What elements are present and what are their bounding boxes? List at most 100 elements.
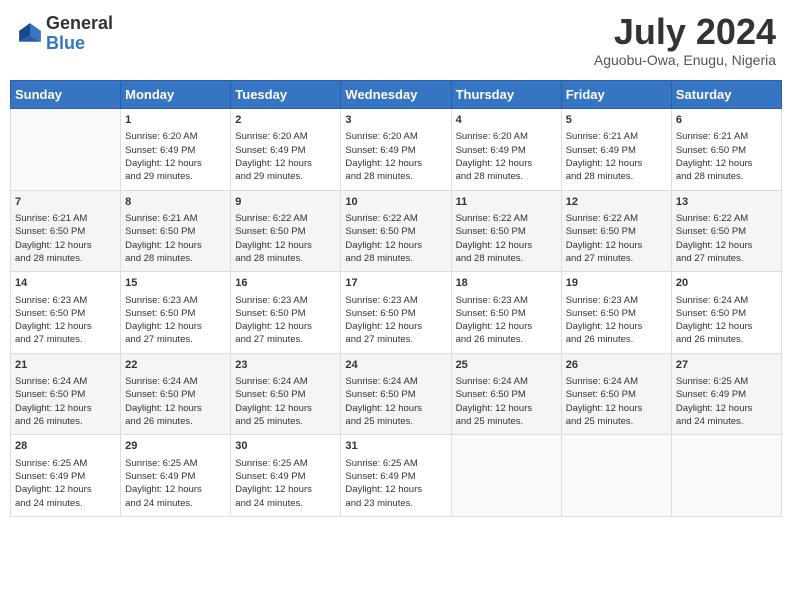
calendar-cell: 31Sunrise: 6:25 AMSunset: 6:49 PMDayligh… (341, 435, 451, 517)
day-info: Sunrise: 6:23 AM (125, 294, 226, 307)
day-number: 22 (125, 358, 226, 373)
day-info: and 28 minutes. (456, 252, 557, 265)
week-row-3: 14Sunrise: 6:23 AMSunset: 6:50 PMDayligh… (11, 272, 782, 354)
calendar-cell (561, 435, 671, 517)
day-info: Daylight: 12 hours (456, 157, 557, 170)
calendar-cell: 30Sunrise: 6:25 AMSunset: 6:49 PMDayligh… (231, 435, 341, 517)
day-info: Sunrise: 6:20 AM (456, 130, 557, 143)
calendar-cell: 10Sunrise: 6:22 AMSunset: 6:50 PMDayligh… (341, 190, 451, 272)
day-info: and 28 minutes. (676, 170, 777, 183)
day-number: 2 (235, 113, 336, 128)
day-info: Sunset: 6:50 PM (15, 388, 116, 401)
day-header-sunday: Sunday (11, 81, 121, 109)
day-number: 25 (456, 358, 557, 373)
calendar-cell: 26Sunrise: 6:24 AMSunset: 6:50 PMDayligh… (561, 353, 671, 435)
day-info: Sunrise: 6:25 AM (345, 457, 446, 470)
calendar-cell: 4Sunrise: 6:20 AMSunset: 6:49 PMDaylight… (451, 109, 561, 191)
day-info: Daylight: 12 hours (125, 402, 226, 415)
day-info: and 27 minutes. (15, 333, 116, 346)
day-info: Sunset: 6:50 PM (676, 144, 777, 157)
title-block: July 2024 Aguobu-Owa, Enugu, Nigeria (594, 14, 776, 68)
day-info: and 27 minutes. (566, 252, 667, 265)
day-info: Sunrise: 6:21 AM (676, 130, 777, 143)
day-info: Sunrise: 6:23 AM (566, 294, 667, 307)
day-info: and 27 minutes. (125, 333, 226, 346)
calendar-header-row: SundayMondayTuesdayWednesdayThursdayFrid… (11, 81, 782, 109)
day-info: and 26 minutes. (566, 333, 667, 346)
day-header-wednesday: Wednesday (341, 81, 451, 109)
day-number: 16 (235, 276, 336, 291)
day-number: 9 (235, 195, 336, 210)
day-number: 17 (345, 276, 446, 291)
day-info: Daylight: 12 hours (676, 320, 777, 333)
calendar-cell: 28Sunrise: 6:25 AMSunset: 6:49 PMDayligh… (11, 435, 121, 517)
day-info: and 28 minutes. (566, 170, 667, 183)
calendar-cell: 23Sunrise: 6:24 AMSunset: 6:50 PMDayligh… (231, 353, 341, 435)
day-info: Sunset: 6:50 PM (15, 307, 116, 320)
day-info: Sunrise: 6:24 AM (566, 375, 667, 388)
day-info: Sunrise: 6:22 AM (345, 212, 446, 225)
day-info: and 29 minutes. (235, 170, 336, 183)
day-header-thursday: Thursday (451, 81, 561, 109)
day-info: Daylight: 12 hours (235, 239, 336, 252)
page-header: General Blue July 2024 Aguobu-Owa, Enugu… (10, 10, 782, 72)
day-number: 13 (676, 195, 777, 210)
day-info: and 25 minutes. (456, 415, 557, 428)
day-info: Sunrise: 6:24 AM (456, 375, 557, 388)
day-info: Sunrise: 6:25 AM (125, 457, 226, 470)
day-number: 21 (15, 358, 116, 373)
day-number: 4 (456, 113, 557, 128)
week-row-1: 1Sunrise: 6:20 AMSunset: 6:49 PMDaylight… (11, 109, 782, 191)
day-info: Sunrise: 6:21 AM (15, 212, 116, 225)
day-info: Daylight: 12 hours (235, 157, 336, 170)
day-info: Daylight: 12 hours (345, 320, 446, 333)
calendar-cell: 29Sunrise: 6:25 AMSunset: 6:49 PMDayligh… (121, 435, 231, 517)
day-info: Sunset: 6:50 PM (456, 388, 557, 401)
day-info: Sunrise: 6:24 AM (235, 375, 336, 388)
day-info: Sunset: 6:50 PM (676, 307, 777, 320)
day-info: Sunset: 6:50 PM (15, 225, 116, 238)
day-info: Sunrise: 6:22 AM (676, 212, 777, 225)
day-info: Sunset: 6:50 PM (125, 388, 226, 401)
day-number: 30 (235, 439, 336, 454)
logo: General Blue (16, 14, 113, 54)
calendar-cell: 9Sunrise: 6:22 AMSunset: 6:50 PMDaylight… (231, 190, 341, 272)
calendar-cell (671, 435, 781, 517)
day-info: Daylight: 12 hours (566, 320, 667, 333)
calendar-cell: 15Sunrise: 6:23 AMSunset: 6:50 PMDayligh… (121, 272, 231, 354)
day-number: 11 (456, 195, 557, 210)
day-info: Daylight: 12 hours (345, 239, 446, 252)
logo-text: General Blue (46, 14, 113, 54)
day-info: Sunset: 6:50 PM (235, 307, 336, 320)
day-info: and 27 minutes. (235, 333, 336, 346)
day-info: Sunset: 6:49 PM (15, 470, 116, 483)
day-info: Sunrise: 6:20 AM (235, 130, 336, 143)
day-info: Daylight: 12 hours (345, 402, 446, 415)
calendar-cell: 3Sunrise: 6:20 AMSunset: 6:49 PMDaylight… (341, 109, 451, 191)
day-info: Sunset: 6:50 PM (566, 388, 667, 401)
day-info: and 25 minutes. (345, 415, 446, 428)
calendar-cell (451, 435, 561, 517)
day-info: Sunrise: 6:23 AM (15, 294, 116, 307)
day-number: 14 (15, 276, 116, 291)
day-info: and 28 minutes. (345, 170, 446, 183)
day-header-monday: Monday (121, 81, 231, 109)
logo-icon (16, 20, 44, 48)
day-info: Sunset: 6:49 PM (125, 144, 226, 157)
day-info: Daylight: 12 hours (235, 320, 336, 333)
day-info: and 24 minutes. (15, 497, 116, 510)
day-info: Daylight: 12 hours (456, 239, 557, 252)
day-info: Sunrise: 6:22 AM (456, 212, 557, 225)
day-info: Sunrise: 6:23 AM (345, 294, 446, 307)
day-info: Daylight: 12 hours (566, 402, 667, 415)
day-number: 12 (566, 195, 667, 210)
day-number: 5 (566, 113, 667, 128)
day-info: Daylight: 12 hours (15, 483, 116, 496)
day-number: 3 (345, 113, 446, 128)
calendar-cell: 7Sunrise: 6:21 AMSunset: 6:50 PMDaylight… (11, 190, 121, 272)
day-info: and 27 minutes. (345, 333, 446, 346)
day-info: Sunset: 6:50 PM (345, 225, 446, 238)
day-info: Sunset: 6:50 PM (566, 225, 667, 238)
day-number: 7 (15, 195, 116, 210)
day-info: Sunrise: 6:23 AM (235, 294, 336, 307)
